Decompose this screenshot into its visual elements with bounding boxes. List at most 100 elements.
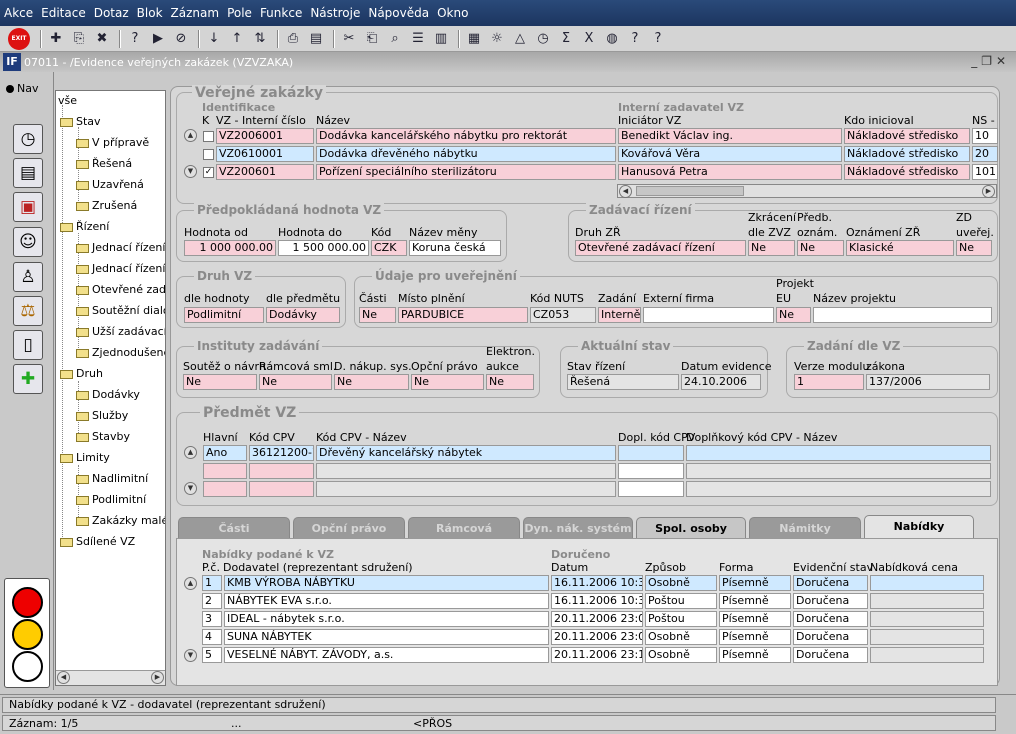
tree-item-rizeni-4[interactable]: Soutěžní dialog — [76, 303, 165, 319]
cell-datum[interactable]: 16.11.2006 10:33 — [551, 575, 643, 591]
tab-spol-osoby[interactable]: Spol. osoby — [636, 517, 746, 539]
columns-icon[interactable]: ▥ — [431, 29, 451, 49]
cell-zpusob[interactable]: Osobně — [645, 647, 717, 663]
externi-firma-field[interactable] — [643, 307, 774, 323]
zd-uverejnena-field[interactable]: Ne — [956, 240, 992, 256]
menu-dotaz[interactable]: Dotaz — [94, 6, 129, 20]
cell-dodavatel[interactable]: KMB VÝROBA NÁBYTKU — [224, 575, 549, 591]
hlavni-field[interactable] — [203, 463, 247, 479]
menu-funkce[interactable]: Funkce — [260, 6, 302, 20]
vz-iniciator[interactable]: Benedikt Václav ing. — [618, 128, 842, 144]
cell-stav[interactable]: Doručena — [793, 647, 868, 663]
cell-forma[interactable]: Písemně — [719, 593, 791, 609]
row-checkbox-checked[interactable]: ✓ — [203, 167, 214, 178]
zakon-field[interactable]: 137/2006 — [866, 374, 990, 390]
tree-item-root[interactable]: vše — [58, 93, 77, 109]
tab-namitky[interactable]: Námitky — [749, 517, 861, 539]
scroll-up-icon[interactable]: ▲ — [184, 129, 197, 142]
scroll-up-icon[interactable]: ▲ — [184, 446, 197, 459]
cell-pc[interactable]: 3 — [202, 611, 222, 627]
cpv-nazev-field[interactable]: Dřevěný kancelářský nábytek — [316, 445, 616, 461]
vz-ns[interactable]: 101H — [972, 164, 998, 180]
clock-icon[interactable]: ◷ — [13, 124, 43, 154]
tab-casti[interactable]: Části — [178, 517, 290, 539]
scroll-right-icon[interactable]: ▶ — [982, 185, 995, 198]
tree-hscrollbar[interactable]: ◀ ▶ — [56, 670, 165, 685]
cell-zpusob[interactable]: Poštou — [645, 593, 717, 609]
tree-item-dodavky[interactable]: Dodávky — [76, 387, 140, 403]
cell-cena[interactable] — [870, 647, 984, 663]
nazev-projektu-field[interactable] — [813, 307, 992, 323]
nav-radio[interactable]: Nav — [6, 82, 38, 95]
copy-record-icon[interactable]: ⎘ — [69, 29, 89, 49]
cell-cena[interactable] — [870, 611, 984, 627]
druh-predmetu-field[interactable]: Dodávky — [266, 307, 340, 323]
tree-item-rizeni-3[interactable]: Otevřené zadá — [76, 282, 165, 298]
tab-dyn-nak-system[interactable]: Dyn. nák. systém — [523, 517, 633, 539]
cell-datum[interactable]: 20.11.2006 23:13 — [551, 647, 643, 663]
tree-item-sluzby[interactable]: Služby — [76, 408, 128, 424]
exit-button[interactable]: EXIT — [8, 27, 30, 50]
tree-item-nadlimitni[interactable]: Nadlimitní — [76, 471, 148, 487]
cell-forma[interactable]: Písemně — [719, 611, 791, 627]
cell-stav[interactable]: Doručena — [793, 629, 868, 645]
row-checkbox[interactable] — [203, 149, 214, 160]
cell-zpusob[interactable]: Poštou — [645, 611, 717, 627]
clock-icon[interactable]: ◷ — [533, 29, 553, 49]
vz-kdo[interactable]: Nákladové středisko — [844, 146, 970, 162]
cut-icon[interactable]: ✂ — [339, 29, 359, 49]
cell-pc[interactable]: 2 — [202, 593, 222, 609]
tree-item-zrusena[interactable]: Zrušená — [76, 198, 137, 214]
hodnota-do-field[interactable]: 1 500 000.00 — [278, 240, 369, 256]
vz-iniciator[interactable]: Kovářová Věra — [618, 146, 842, 162]
sum-icon[interactable]: Σ — [556, 29, 576, 49]
tab-ramcova-smlouva[interactable]: Rámcová smlouva — [408, 517, 520, 557]
cpv-nazev-field[interactable] — [316, 463, 616, 479]
cell-cena[interactable] — [870, 629, 984, 645]
row-checkbox[interactable] — [203, 131, 214, 142]
tree-item-v-priprave[interactable]: V přípravě — [76, 135, 149, 151]
excel-icon[interactable]: X — [579, 29, 599, 49]
calendar-icon[interactable]: ▦ — [464, 29, 484, 49]
vz-kdo[interactable]: Nákladové středisko — [844, 164, 970, 180]
help-icon[interactable]: ? — [648, 29, 668, 49]
kod-nuts-field[interactable]: CZ053 — [530, 307, 596, 323]
query-icon[interactable]: ? — [125, 29, 145, 49]
cell-pc[interactable]: 5 — [202, 647, 222, 663]
menu-editace[interactable]: Editace — [41, 6, 86, 20]
menu-blok[interactable]: Blok — [137, 6, 163, 20]
druh-hodnoty-field[interactable]: Podlimitní — [184, 307, 264, 323]
globe-icon[interactable]: ◍ — [602, 29, 622, 49]
kod-cpv-field[interactable] — [249, 481, 314, 497]
toolbox-icon[interactable]: ▣ — [13, 192, 43, 222]
vz-kdo[interactable]: Nákladové středisko — [844, 128, 970, 144]
scroll-left-icon[interactable]: ◀ — [619, 185, 632, 198]
doplnkovy-nazev-field[interactable] — [686, 463, 991, 479]
tree-item-limity[interactable]: Limity — [60, 450, 110, 466]
tree-item-stav[interactable]: Stav — [60, 114, 101, 130]
scroll-left-icon[interactable]: ◀ — [57, 671, 70, 684]
paste-icon[interactable]: ⎗ — [362, 29, 382, 49]
cell-forma[interactable]: Písemně — [719, 647, 791, 663]
vz-cislo[interactable]: VZ200601 — [216, 164, 314, 180]
sort-multi-icon[interactable]: ⇅ — [250, 29, 270, 49]
delete-record-icon[interactable]: ✖ — [92, 29, 112, 49]
scroll-down-icon[interactable]: ▼ — [184, 482, 197, 495]
scales-icon[interactable]: ⚖ — [13, 296, 43, 326]
druh-zr-field[interactable]: Otevřené zadávací řízení — [575, 240, 746, 256]
document-icon[interactable]: ▯ — [13, 330, 43, 360]
tree-item-stavby[interactable]: Stavby — [76, 429, 130, 445]
aukce-field[interactable]: Ne — [486, 374, 534, 390]
vz-nazev[interactable]: Dodávka kancelářského nábytku pro rektor… — [316, 128, 616, 144]
doplnkovy-nazev-field[interactable] — [686, 445, 991, 461]
cell-datum[interactable]: 20.11.2006 23:09 — [551, 629, 643, 645]
zadani-field[interactable]: Interně — [598, 307, 641, 323]
sort-desc-icon[interactable]: ↑ — [227, 29, 247, 49]
vz-ns[interactable]: 20 — [972, 146, 998, 162]
cell-dodavatel[interactable]: VESELNÉ NÁBYT. ZÁVODY, a.s. — [224, 647, 549, 663]
cell-dodavatel[interactable]: IDEAL - nábytek s.r.o. — [224, 611, 549, 627]
cell-dodavatel[interactable]: SUNA NÁBYTEK — [224, 629, 549, 645]
menu-zaznam[interactable]: Záznam — [171, 6, 220, 20]
menu-okno[interactable]: Okno — [437, 6, 468, 20]
casti-field[interactable]: Ne — [359, 307, 396, 323]
